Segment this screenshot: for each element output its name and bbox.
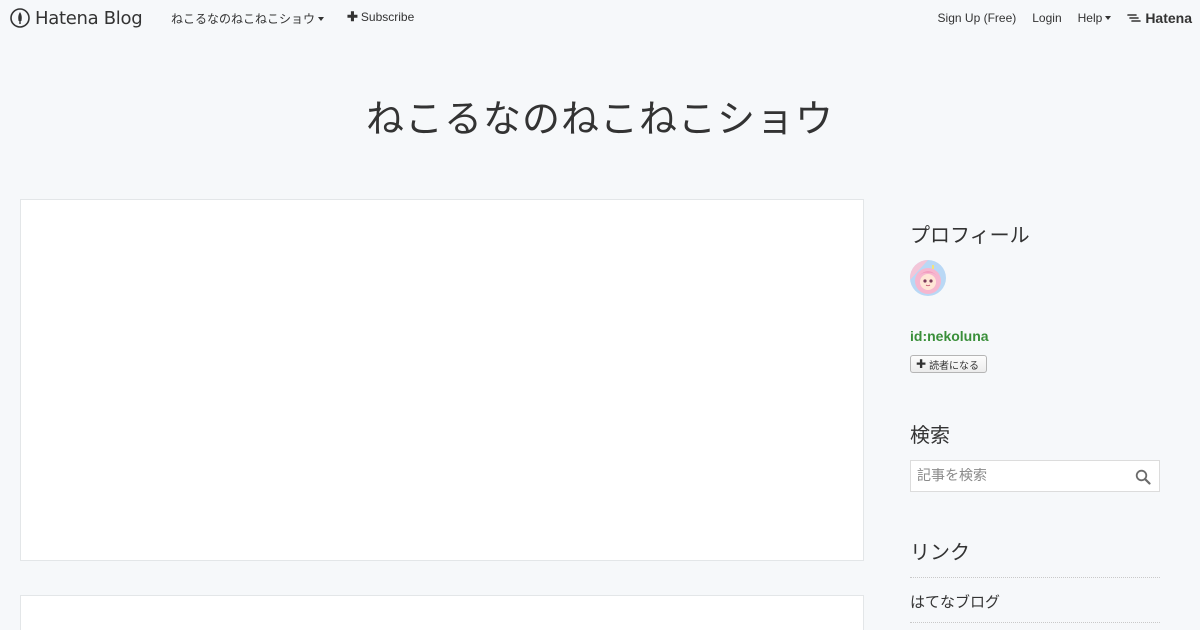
profile-module-title: プロフィール (910, 223, 1030, 247)
sidebar: プロフィール id:nekoluna ✚ 読者になる 検索 リンク はてなブログ (890, 199, 1180, 630)
blog-name-menu[interactable]: ねこるなのねこねこショウ (171, 10, 325, 27)
profile-id-link[interactable]: id:nekoluna (910, 328, 989, 344)
reader-button-label: 読者になる (929, 360, 980, 372)
avatar[interactable] (910, 260, 946, 296)
blog-name-label: ねこるなのねこねこショウ (171, 12, 316, 26)
subscribe-button[interactable]: ✚ Subscribe (347, 10, 414, 24)
header-right-nav: Sign Up (Free) Login Help Hatena (922, 10, 1192, 26)
login-link[interactable]: Login (1032, 11, 1061, 25)
caret-down-icon (1105, 16, 1112, 20)
global-header: Hatena Blog ねこるなのねこねこショウ ✚ Subscribe Sig… (0, 0, 1200, 36)
caret-down-icon (318, 16, 325, 21)
plus-icon: ✚ (916, 357, 927, 371)
signup-link[interactable]: Sign Up (Free) (938, 11, 1017, 25)
hatena-feather-icon (1127, 14, 1142, 22)
hatena-label: Hatena (1145, 10, 1192, 26)
link-list: はてなブログ (910, 577, 1160, 623)
subscribe-label: Subscribe (360, 10, 415, 24)
help-menu[interactable]: Help (1078, 11, 1112, 25)
blog-title[interactable]: ねこるなのねこねこショウ (0, 88, 1200, 143)
profile-avatar-image (910, 260, 946, 296)
logo-text: Hatena Blog (35, 7, 143, 29)
links-module-title: リンク (910, 540, 970, 564)
hatena-blog-logo[interactable]: Hatena Blog (10, 7, 143, 29)
search-icon[interactable] (1135, 469, 1151, 485)
hatena-link[interactable]: Hatena (1127, 10, 1192, 26)
plus-icon: ✚ (347, 9, 358, 24)
search-form (910, 460, 1160, 492)
entry-card (20, 199, 864, 561)
search-module-title: 検索 (910, 423, 950, 447)
subscribe-reader-button[interactable]: ✚ 読者になる (910, 355, 987, 373)
help-label: Help (1077, 11, 1103, 25)
link-item[interactable]: はてなブログ (910, 578, 1160, 623)
hatena-blog-icon (10, 8, 30, 28)
search-input[interactable] (911, 468, 1126, 484)
entry-card (20, 595, 864, 630)
